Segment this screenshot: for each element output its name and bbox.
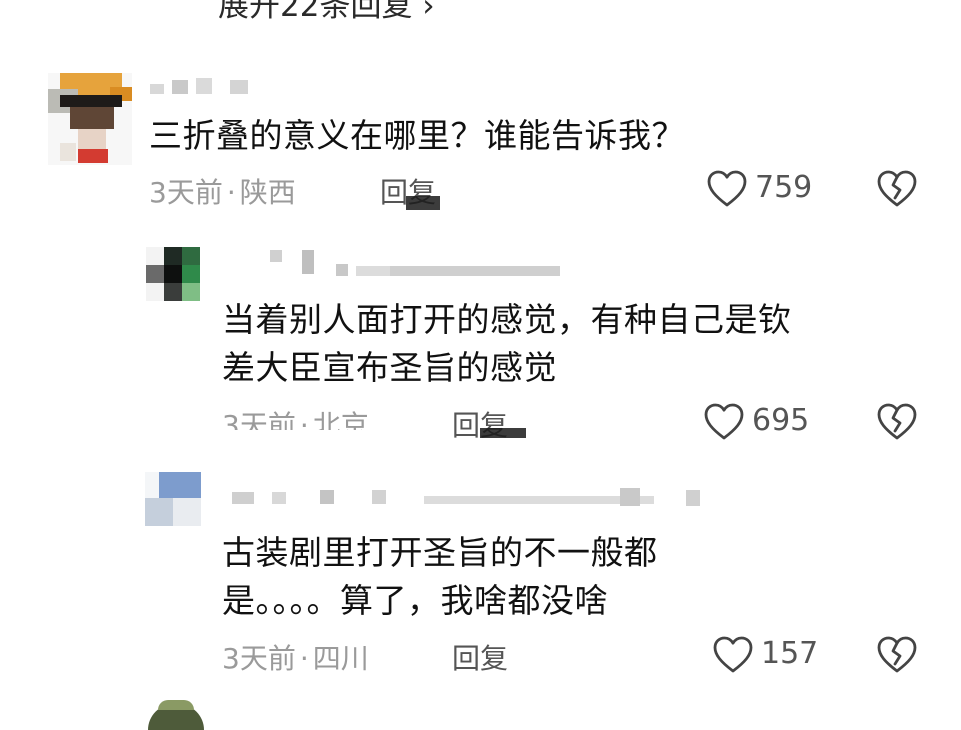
username[interactable] — [270, 250, 570, 278]
like-count: 759 — [755, 170, 813, 205]
like-count: 157 — [761, 636, 819, 671]
heart-outline-icon[interactable] — [704, 403, 744, 441]
blur-smudge — [480, 428, 526, 438]
blur-smudge — [406, 196, 440, 210]
meta-separator: · — [299, 642, 309, 675]
comment-text-line: 是。。。。算了，我啥都没啥 — [222, 581, 608, 620]
broken-heart-icon[interactable] — [877, 636, 917, 674]
blur-smudge — [222, 430, 412, 438]
comment-location: 四川 — [312, 642, 369, 675]
comment-text: 三折叠的意义在哪里？谁能告诉我？ — [149, 116, 685, 155]
avatar[interactable] — [146, 247, 200, 301]
comment-text-line: 当着别人面打开的感觉，有种自己是钦 — [222, 300, 792, 339]
comment-text-line: 差大臣宣布圣旨的感觉 — [222, 348, 557, 387]
username[interactable] — [150, 78, 260, 96]
avatar[interactable] — [145, 472, 201, 526]
comment-meta: 3天前 · 四川 — [222, 637, 369, 677]
username[interactable] — [232, 488, 752, 510]
broken-heart-icon[interactable] — [877, 403, 917, 441]
comment-time: 3天前 — [149, 176, 223, 209]
reply-button[interactable]: 回复 — [452, 404, 508, 444]
avatar[interactable] — [48, 73, 132, 165]
comment-meta: 3天前 · 陕西 — [149, 171, 296, 211]
broken-heart-icon[interactable] — [877, 170, 917, 208]
heart-outline-icon[interactable] — [707, 170, 747, 208]
meta-separator: · — [226, 176, 236, 209]
expand-replies-link[interactable]: 展开22条回复 › — [218, 0, 435, 25]
heart-outline-icon[interactable] — [713, 636, 753, 674]
comment-meta: 3天前 · 北京 — [222, 404, 369, 444]
comment-text: 当着别人面打开的感觉，有种自己是钦 差大臣宣布圣旨的感觉 — [222, 296, 792, 392]
avatar[interactable] — [148, 700, 204, 730]
reply-button[interactable]: 回复 — [452, 637, 508, 677]
comment-text-line: 古装剧里打开圣旨的不一般都 — [222, 533, 658, 572]
comment-time: 3天前 — [222, 642, 296, 675]
comment-location: 陕西 — [239, 176, 296, 209]
comment-text: 古装剧里打开圣旨的不一般都 是。。。。算了，我啥都没啥 — [222, 529, 658, 625]
like-count: 695 — [752, 403, 810, 438]
